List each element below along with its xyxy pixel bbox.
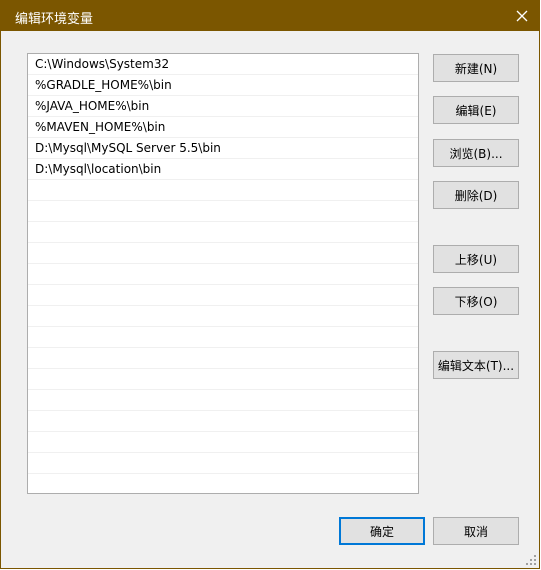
- empty-list-row[interactable]: [28, 411, 418, 432]
- empty-list-row[interactable]: [28, 432, 418, 453]
- empty-list-row[interactable]: [28, 474, 418, 493]
- delete-button[interactable]: 删除(D): [433, 181, 519, 209]
- close-button[interactable]: [505, 1, 539, 31]
- browse-button[interactable]: 浏览(B)...: [433, 139, 519, 167]
- empty-list-row[interactable]: [28, 390, 418, 411]
- edit-text-button[interactable]: 编辑文本(T)...: [433, 351, 519, 379]
- list-item[interactable]: %JAVA_HOME%\bin: [28, 96, 418, 117]
- list-item[interactable]: C:\Windows\System32: [28, 54, 418, 75]
- cancel-button[interactable]: 取消: [433, 517, 519, 545]
- empty-list-row[interactable]: [28, 348, 418, 369]
- new-button[interactable]: 新建(N): [433, 54, 519, 82]
- list-item[interactable]: %GRADLE_HOME%\bin: [28, 75, 418, 96]
- empty-list-row[interactable]: [28, 222, 418, 243]
- title-bar[interactable]: 编辑环境变量: [1, 1, 539, 31]
- dialog-title: 编辑环境变量: [15, 12, 94, 27]
- edit-button[interactable]: 编辑(E): [433, 96, 519, 124]
- empty-list-row[interactable]: [28, 201, 418, 222]
- list-item[interactable]: %MAVEN_HOME%\bin: [28, 117, 418, 138]
- move-up-button[interactable]: 上移(U): [433, 245, 519, 273]
- empty-list-row[interactable]: [28, 306, 418, 327]
- empty-list-row[interactable]: [28, 369, 418, 390]
- list-item[interactable]: D:\Mysql\MySQL Server 5.5\bin: [28, 138, 418, 159]
- empty-list-row[interactable]: [28, 180, 418, 201]
- empty-list-row[interactable]: [28, 327, 418, 348]
- empty-list-row[interactable]: [28, 243, 418, 264]
- ok-button[interactable]: 确定: [339, 517, 425, 545]
- resize-grip-icon[interactable]: [526, 555, 536, 565]
- empty-list-row[interactable]: [28, 264, 418, 285]
- move-down-button[interactable]: 下移(O): [433, 287, 519, 315]
- close-icon: [516, 10, 528, 22]
- edit-env-var-dialog: 编辑环境变量 C:\Windows\System32 %GRADLE_HOME%\…: [0, 0, 540, 569]
- list-item[interactable]: D:\Mysql\location\bin: [28, 159, 418, 180]
- empty-list-row[interactable]: [28, 453, 418, 474]
- empty-list-row[interactable]: [28, 285, 418, 306]
- path-list[interactable]: C:\Windows\System32 %GRADLE_HOME%\bin %JAV…: [27, 53, 419, 494]
